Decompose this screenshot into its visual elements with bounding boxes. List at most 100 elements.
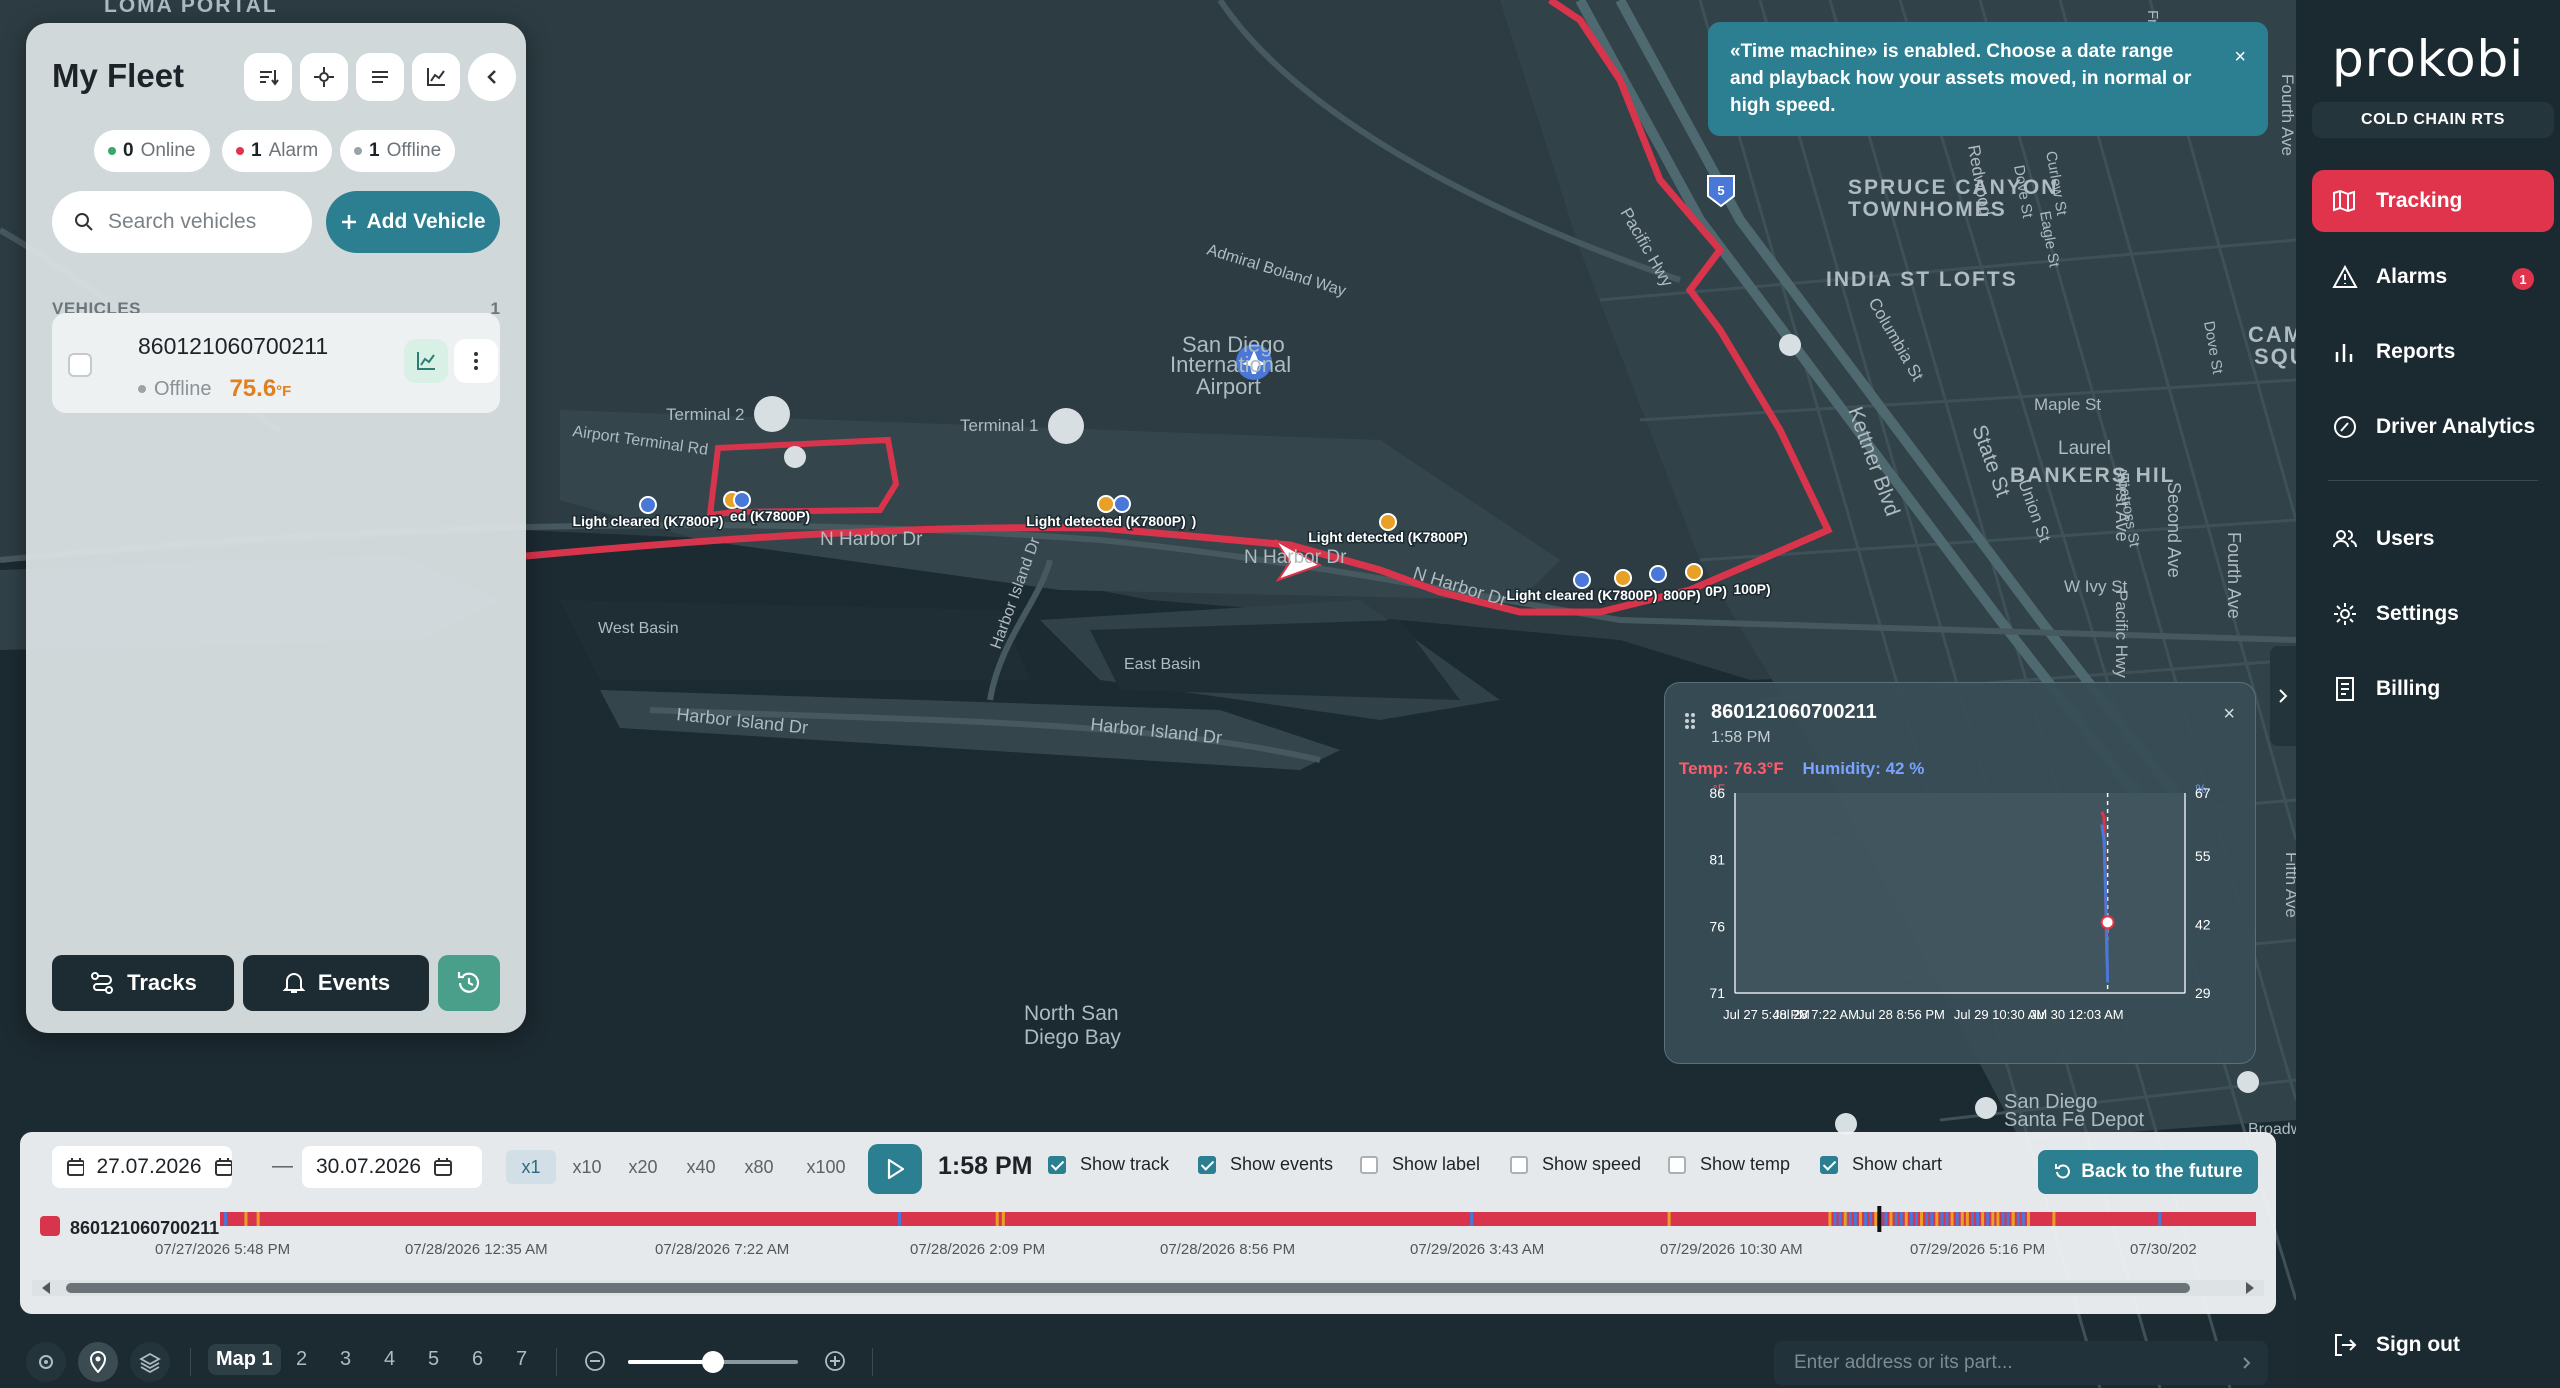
timeline-event-mark[interactable]: [1828, 1212, 1832, 1226]
timeline-event-mark[interactable]: [2011, 1212, 2015, 1226]
timeline-event-mark[interactable]: [1914, 1212, 1918, 1226]
alarm-count-pill[interactable]: 1 Alarm: [222, 130, 333, 172]
timeline-event-mark[interactable]: [1884, 1212, 1888, 1226]
list-button[interactable]: [356, 53, 404, 101]
timeline-event-mark[interactable]: [1833, 1212, 1837, 1226]
timeline-event-mark[interactable]: [1960, 1212, 1964, 1226]
show-track-checkbox[interactable]: [1048, 1155, 1066, 1174]
drag-handle-icon[interactable]: [1683, 711, 1697, 731]
nav-settings[interactable]: Settings: [2312, 583, 2554, 645]
map-tab-1[interactable]: Map 1: [208, 1344, 281, 1375]
speed-x1[interactable]: x1: [506, 1150, 556, 1184]
timeline-event-mark[interactable]: [1858, 1212, 1862, 1226]
map-event-label[interactable]: 800P): [1662, 586, 1702, 605]
timeline-event-mark[interactable]: [1920, 1212, 1924, 1226]
tracks-button[interactable]: Tracks: [52, 955, 234, 1011]
toast-close-button[interactable]: ×: [2234, 44, 2246, 71]
speed-x100[interactable]: x100: [798, 1150, 854, 1184]
map-event-label[interactable]: 100P): [1732, 580, 1772, 599]
show-chart-checkbox[interactable]: [1820, 1155, 1838, 1174]
map-event-label[interactable]: Light cleared (K7800P): [1505, 586, 1659, 605]
speed-x80[interactable]: x80: [734, 1150, 784, 1184]
timeline-event-mark[interactable]: [2026, 1212, 2030, 1226]
timeline-event-mark[interactable]: [1894, 1212, 1898, 1226]
timeline-event-mark[interactable]: [1899, 1212, 1903, 1226]
map-tab-4[interactable]: 4: [384, 1348, 395, 1371]
events-button[interactable]: Events: [243, 955, 429, 1011]
play-button[interactable]: [868, 1144, 922, 1194]
show-speed-option[interactable]: Show speed: [1510, 1154, 1641, 1175]
address-input[interactable]: [1794, 1352, 2214, 1374]
offline-count-pill[interactable]: 1 Offline: [340, 130, 456, 172]
online-count-pill[interactable]: 0 Online: [94, 130, 210, 172]
timeline-event-mark[interactable]: [1996, 1212, 2000, 1226]
timeline-event-mark[interactable]: [2021, 1212, 2025, 1226]
nav-billing[interactable]: Billing: [2312, 658, 2554, 720]
timeline-event-mark[interactable]: [1667, 1212, 1671, 1226]
map-event-label[interactable]: Light detected (K7800P): [1025, 512, 1187, 531]
timeline-event-mark[interactable]: [2001, 1212, 2005, 1226]
timeline-event-mark[interactable]: [256, 1212, 260, 1226]
show-label-option[interactable]: Show label: [1360, 1154, 1480, 1175]
zoom-slider[interactable]: [628, 1351, 798, 1373]
timeline-event-mark[interactable]: [1930, 1212, 1934, 1226]
search-input[interactable]: [108, 210, 278, 234]
timeline-scrollbar-thumb[interactable]: [66, 1283, 2190, 1293]
add-vehicle-button[interactable]: Add Vehicle: [326, 191, 500, 253]
show-speed-checkbox[interactable]: [1510, 1155, 1528, 1174]
map-event-label[interactable]: 0P): [1704, 582, 1729, 601]
timeline-event-mark[interactable]: [1864, 1212, 1868, 1226]
date-from-input[interactable]: 27.07.2026: [52, 1146, 232, 1188]
timeline-event-mark[interactable]: [224, 1212, 228, 1226]
map-tab-2[interactable]: 2: [296, 1348, 307, 1371]
expand-side-button[interactable]: [2270, 646, 2296, 746]
address-search-box[interactable]: [1774, 1341, 2268, 1385]
timeline-event-mark[interactable]: [1001, 1212, 1005, 1226]
timeline-track[interactable]: 07/27/2026 5:48 PM 07/28/2026 12:35 AM 07/…: [20, 1202, 2276, 1314]
time-machine-button[interactable]: [438, 955, 500, 1011]
timeline-event-mark[interactable]: [1940, 1212, 1944, 1226]
vehicle-checkbox[interactable]: [68, 353, 92, 377]
nav-driver-analytics[interactable]: Driver Analytics: [2312, 396, 2554, 458]
timeline-event-mark[interactable]: [2016, 1212, 2020, 1226]
zoom-in-icon[interactable]: [824, 1350, 846, 1372]
timeline-event-mark[interactable]: [2158, 1212, 2162, 1226]
show-temp-option[interactable]: Show temp: [1668, 1154, 1790, 1175]
timeline-event-mark[interactable]: [897, 1212, 901, 1226]
sign-out-button[interactable]: Sign out: [2312, 1314, 2554, 1376]
nav-users[interactable]: Users: [2312, 508, 2554, 570]
collapse-panel-button[interactable]: [468, 53, 516, 101]
timeline-event-mark[interactable]: [1970, 1212, 1974, 1226]
timeline-event-mark[interactable]: [1981, 1212, 1985, 1226]
map-event-label[interactable]: Light cleared (K7800P): [571, 512, 725, 531]
vehicle-chart-button[interactable]: [404, 339, 448, 383]
timeline-event-mark[interactable]: [1853, 1212, 1857, 1226]
timeline-event-mark[interactable]: [1991, 1212, 1995, 1226]
timeline-event-mark[interactable]: [1889, 1212, 1893, 1226]
zoom-slider-handle[interactable]: [702, 1351, 724, 1373]
timeline-event-mark[interactable]: [1950, 1212, 1954, 1226]
timeline-event-mark[interactable]: [1843, 1212, 1847, 1226]
show-chart-option[interactable]: Show chart: [1820, 1154, 1942, 1175]
show-label-checkbox[interactable]: [1360, 1155, 1378, 1174]
timeline-event-mark[interactable]: [1925, 1212, 1929, 1226]
timeline-event-mark[interactable]: [244, 1212, 248, 1226]
map-tab-3[interactable]: 3: [340, 1348, 351, 1371]
vehicle-more-button[interactable]: [454, 339, 498, 383]
timeline-event-mark[interactable]: [1986, 1212, 1990, 1226]
timeline-event-mark[interactable]: [1955, 1212, 1959, 1226]
map-event-label[interactable]: ed (K7800P): [728, 507, 811, 526]
speed-x40[interactable]: x40: [676, 1150, 726, 1184]
speed-x20[interactable]: x20: [618, 1150, 668, 1184]
map-event-label[interactable]: Light detected (K7800P): [1307, 528, 1469, 547]
sort-button[interactable]: [244, 53, 292, 101]
timeline-cursor[interactable]: [1877, 1206, 1882, 1232]
timeline-event-mark[interactable]: [1976, 1212, 1980, 1226]
timeline-event-mark[interactable]: [2052, 1212, 2056, 1226]
map-event-label[interactable]: ): [1190, 512, 1198, 531]
timeline-event-mark[interactable]: [1470, 1212, 1474, 1226]
timeline-event-mark[interactable]: [1838, 1212, 1842, 1226]
nav-tracking[interactable]: Tracking: [2312, 170, 2554, 232]
location-button[interactable]: [26, 1342, 66, 1382]
speed-x10[interactable]: x10: [562, 1150, 612, 1184]
